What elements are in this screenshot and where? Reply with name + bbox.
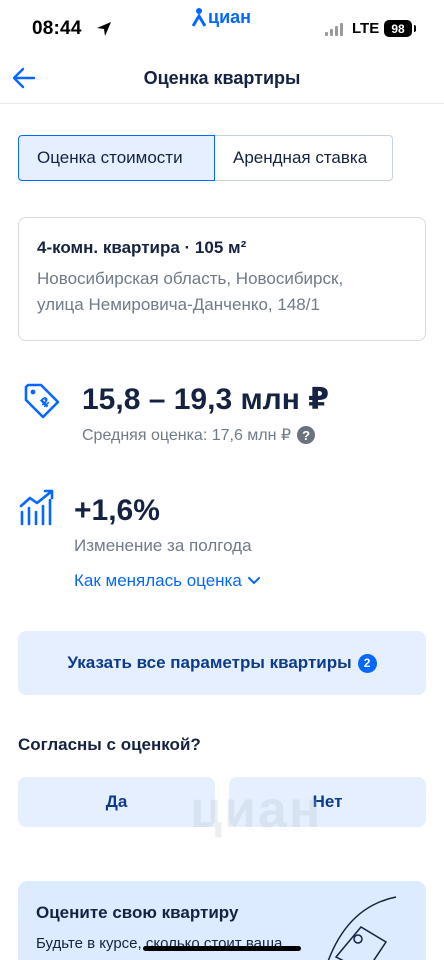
specify-params-label: Указать все параметры квартиры <box>67 653 352 672</box>
agree-question: Согласны с оценкой? <box>18 735 201 754</box>
help-icon[interactable]: ? <box>297 426 316 444</box>
battery-icon: 98 <box>384 20 416 37</box>
chevron-down-icon <box>247 577 260 585</box>
params-count-badge: 2 <box>357 653 377 673</box>
battery-level: 98 <box>391 21 405 36</box>
nav-bar: Оценка квартиры <box>0 56 444 104</box>
no-button[interactable]: Нет <box>229 777 426 827</box>
home-indicator <box>143 946 301 951</box>
signal-icon <box>325 22 343 36</box>
cian-app-badge: циан <box>192 5 251 29</box>
yes-button[interactable]: Да <box>18 777 215 827</box>
property-address-line2: улица Немировича-Данченко, 148/1 <box>37 295 320 314</box>
average-price-label: Средняя оценка: 17,6 млн ₽ <box>82 427 292 444</box>
average-price: Средняя оценка: 17,6 млн ₽ ? <box>82 425 316 445</box>
location-arrow-icon <box>97 22 111 36</box>
price-tag-icon: ₽ <box>24 383 60 419</box>
growth-chart-icon <box>19 489 54 526</box>
tab-rent-rate[interactable]: Арендная ставка <box>215 135 393 181</box>
status-bar: 08:44 циан LTE 98 <box>0 0 444 60</box>
property-title: 4-комн. квартира · 105 м² <box>37 238 247 257</box>
specify-params-button[interactable]: Указать все параметры квартиры 2 <box>18 631 426 695</box>
promo-title: Оцените свою квартиру <box>36 903 239 922</box>
valuation-tabs: Оценка стоимости Арендная ставка <box>18 135 393 181</box>
cian-logo-icon <box>192 8 206 27</box>
price-range: 15,8 – 19,3 млн ₽ <box>82 383 330 416</box>
page-title: Оценка квартиры <box>143 68 301 88</box>
change-history-label: Как менялась оценка <box>74 571 242 590</box>
change-value: +1,6% <box>74 494 160 527</box>
status-time: 08:44 <box>32 18 82 39</box>
change-label: Изменение за полгода <box>74 536 252 555</box>
price-tag-illustration-icon <box>327 896 397 960</box>
property-card: 4-комн. квартира · 105 м² Новосибирская … <box>18 217 426 341</box>
network-type: LTE <box>352 20 380 37</box>
tab-valuation[interactable]: Оценка стоимости <box>18 135 215 181</box>
change-history-link[interactable]: Как менялась оценка <box>74 571 260 591</box>
cian-app-label: циан <box>208 6 252 27</box>
property-address-line1: Новосибирская область, Новосибирск, <box>37 269 344 288</box>
